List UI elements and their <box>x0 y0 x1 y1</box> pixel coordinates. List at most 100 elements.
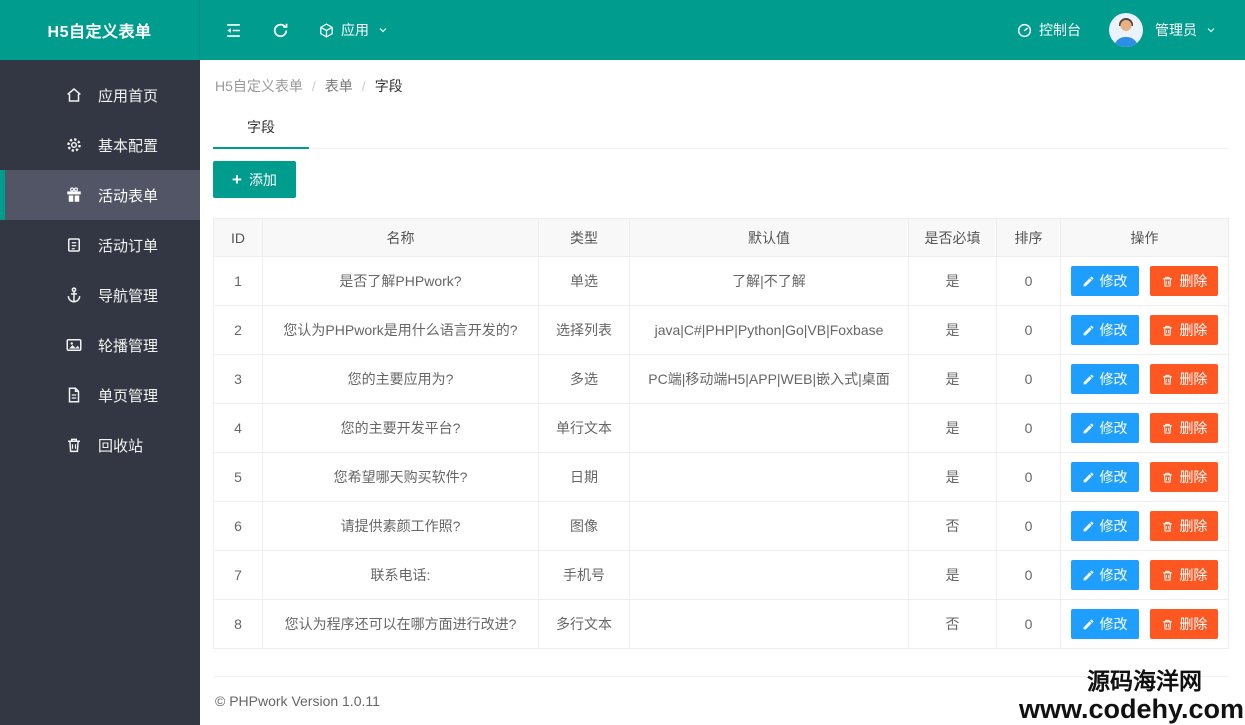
table-row: 2 您认为PHPwork是用什么语言开发的? 选择列表 java|C#|PHP|… <box>213 305 1229 355</box>
cell-type: 手机号 <box>538 550 630 600</box>
cell-name: 您的主要开发平台? <box>262 403 539 453</box>
delete-button[interactable]: 删除 <box>1150 413 1219 443</box>
delete-button[interactable]: 删除 <box>1150 315 1219 345</box>
chevron-down-icon <box>379 28 387 33</box>
cell-required: 否 <box>908 599 997 649</box>
cell-id: 7 <box>213 550 263 600</box>
edit-button[interactable]: 修改 <box>1070 511 1139 541</box>
delete-button[interactable]: 删除 <box>1150 609 1219 639</box>
shrink-menu-icon <box>227 23 240 37</box>
order-icon <box>65 236 83 254</box>
image-icon <box>65 336 83 354</box>
cell-id: 3 <box>213 354 263 404</box>
breadcrumb-app[interactable]: H5自定义表单 <box>215 76 303 96</box>
cell-default <box>629 452 909 502</box>
sidebar-item-5[interactable]: 轮播管理 <box>0 320 200 370</box>
breadcrumb: H5自定义表单 / 表单 / 字段 <box>213 60 1229 96</box>
cell-name: 联系电话: <box>262 550 539 600</box>
sidebar-item-6[interactable]: 单页管理 <box>0 370 200 420</box>
gear-icon <box>65 136 83 154</box>
edit-button[interactable]: 修改 <box>1070 266 1139 296</box>
cell-name: 您的主要应用为? <box>262 354 539 404</box>
cell-default: PC端|移动端H5|APP|WEB|嵌入式|桌面 <box>629 354 909 404</box>
home-icon <box>65 86 83 104</box>
sidebar-item-2[interactable]: 活动表单 <box>0 170 200 220</box>
pencil-icon <box>1083 521 1093 531</box>
sidebar-item-3[interactable]: 活动订单 <box>0 220 200 270</box>
delete-button[interactable]: 删除 <box>1150 560 1219 590</box>
trash-icon <box>1163 521 1173 532</box>
cell-default <box>629 403 909 453</box>
edit-button[interactable]: 修改 <box>1070 560 1139 590</box>
table-row: 4 您的主要开发平台? 单行文本 是 0 修改 删除 <box>213 403 1229 453</box>
trash-icon <box>1163 374 1173 385</box>
copyright-text: © PHPwork Version 1.0.11 <box>215 693 380 709</box>
cell-required: 是 <box>908 452 997 502</box>
sidebar-item-1[interactable]: 基本配置 <box>0 120 200 170</box>
avatar <box>1109 13 1143 47</box>
breadcrumb-current: 字段 <box>374 78 403 94</box>
sidebar-item-label: 轮播管理 <box>98 337 159 355</box>
gift-icon <box>65 186 83 204</box>
trash-icon <box>1163 472 1173 483</box>
cell-default: java|C#|PHP|Python|Go|VB|Foxbase <box>629 305 909 355</box>
refresh-button[interactable] <box>257 0 304 60</box>
cell-operation: 修改 删除 <box>1060 452 1229 502</box>
app-cube-icon <box>320 22 333 38</box>
delete-button[interactable]: 删除 <box>1150 364 1219 394</box>
table-row: 1 是否了解PHPwork? 单选 了解|不了解 是 0 修改 删除 <box>213 256 1229 306</box>
cell-sort: 0 <box>996 550 1061 600</box>
collapse-sidebar-button[interactable] <box>210 0 257 60</box>
add-button-label: 添加 <box>248 171 277 188</box>
sidebar-item-4[interactable]: 导航管理 <box>0 270 200 320</box>
cell-sort: 0 <box>996 403 1061 453</box>
cell-default <box>629 501 909 551</box>
edit-button[interactable]: 修改 <box>1070 609 1139 639</box>
delete-button[interactable]: 删除 <box>1150 266 1219 296</box>
edit-button[interactable]: 修改 <box>1070 462 1139 492</box>
app-dropdown-label: 应用 <box>341 22 369 38</box>
trash-icon <box>65 436 83 454</box>
cell-name: 是否了解PHPwork? <box>262 256 539 306</box>
edit-button[interactable]: 修改 <box>1070 315 1139 345</box>
breadcrumb-separator: / <box>361 78 366 94</box>
pencil-icon <box>1083 276 1093 286</box>
breadcrumb-separator: / <box>311 78 316 94</box>
console-gauge-icon <box>1017 23 1032 37</box>
col-header-type: 类型 <box>538 218 630 257</box>
cell-required: 是 <box>908 403 997 453</box>
console-label: 控制台 <box>1039 22 1081 38</box>
delete-button[interactable]: 删除 <box>1150 511 1219 541</box>
cell-operation: 修改 删除 <box>1060 354 1229 404</box>
col-header-default: 默认值 <box>629 218 909 257</box>
table-row: 3 您的主要应用为? 多选 PC端|移动端H5|APP|WEB|嵌入式|桌面 是… <box>213 354 1229 404</box>
add-button[interactable]: + 添加 <box>213 161 296 198</box>
sidebar-item-label: 基本配置 <box>98 137 159 155</box>
trash-icon <box>1163 325 1173 336</box>
breadcrumb-form[interactable]: 表单 <box>325 76 353 96</box>
tab-fields[interactable]: 字段 <box>213 106 309 149</box>
cell-default <box>629 599 909 649</box>
app-window: H5自定义表单 应用 控制台 管理员 应用首页 基本配置 活动表单 活动订单 导… <box>0 0 1245 725</box>
edit-button[interactable]: 修改 <box>1070 413 1139 443</box>
cell-required: 是 <box>908 550 997 600</box>
col-header-operation: 操作 <box>1060 218 1229 257</box>
cell-required: 是 <box>908 256 997 306</box>
sidebar-item-7[interactable]: 回收站 <box>0 420 200 470</box>
app-dropdown[interactable]: 应用 <box>304 0 403 60</box>
console-link[interactable]: 控制台 <box>1002 0 1095 60</box>
sidebar-item-0[interactable]: 应用首页 <box>0 70 200 120</box>
content-area: H5自定义表单 / 表单 / 字段 字段 + 添加 ID 名称 类型 默认值 是… <box>200 60 1245 725</box>
user-dropdown[interactable]: 管理员 <box>1095 0 1231 60</box>
cell-required: 否 <box>908 501 997 551</box>
sidebar-item-label: 活动订单 <box>98 237 159 255</box>
refresh-icon <box>273 23 288 37</box>
delete-button[interactable]: 删除 <box>1150 462 1219 492</box>
pencil-icon <box>1083 619 1093 629</box>
table-row: 6 请提供素颜工作照? 图像 否 0 修改 删除 <box>213 501 1229 551</box>
sidebar-item-label: 回收站 <box>98 437 144 455</box>
edit-button[interactable]: 修改 <box>1070 364 1139 394</box>
toolbar: + 添加 <box>213 161 1229 198</box>
cell-type: 日期 <box>538 452 630 502</box>
cell-type: 选择列表 <box>538 305 630 355</box>
